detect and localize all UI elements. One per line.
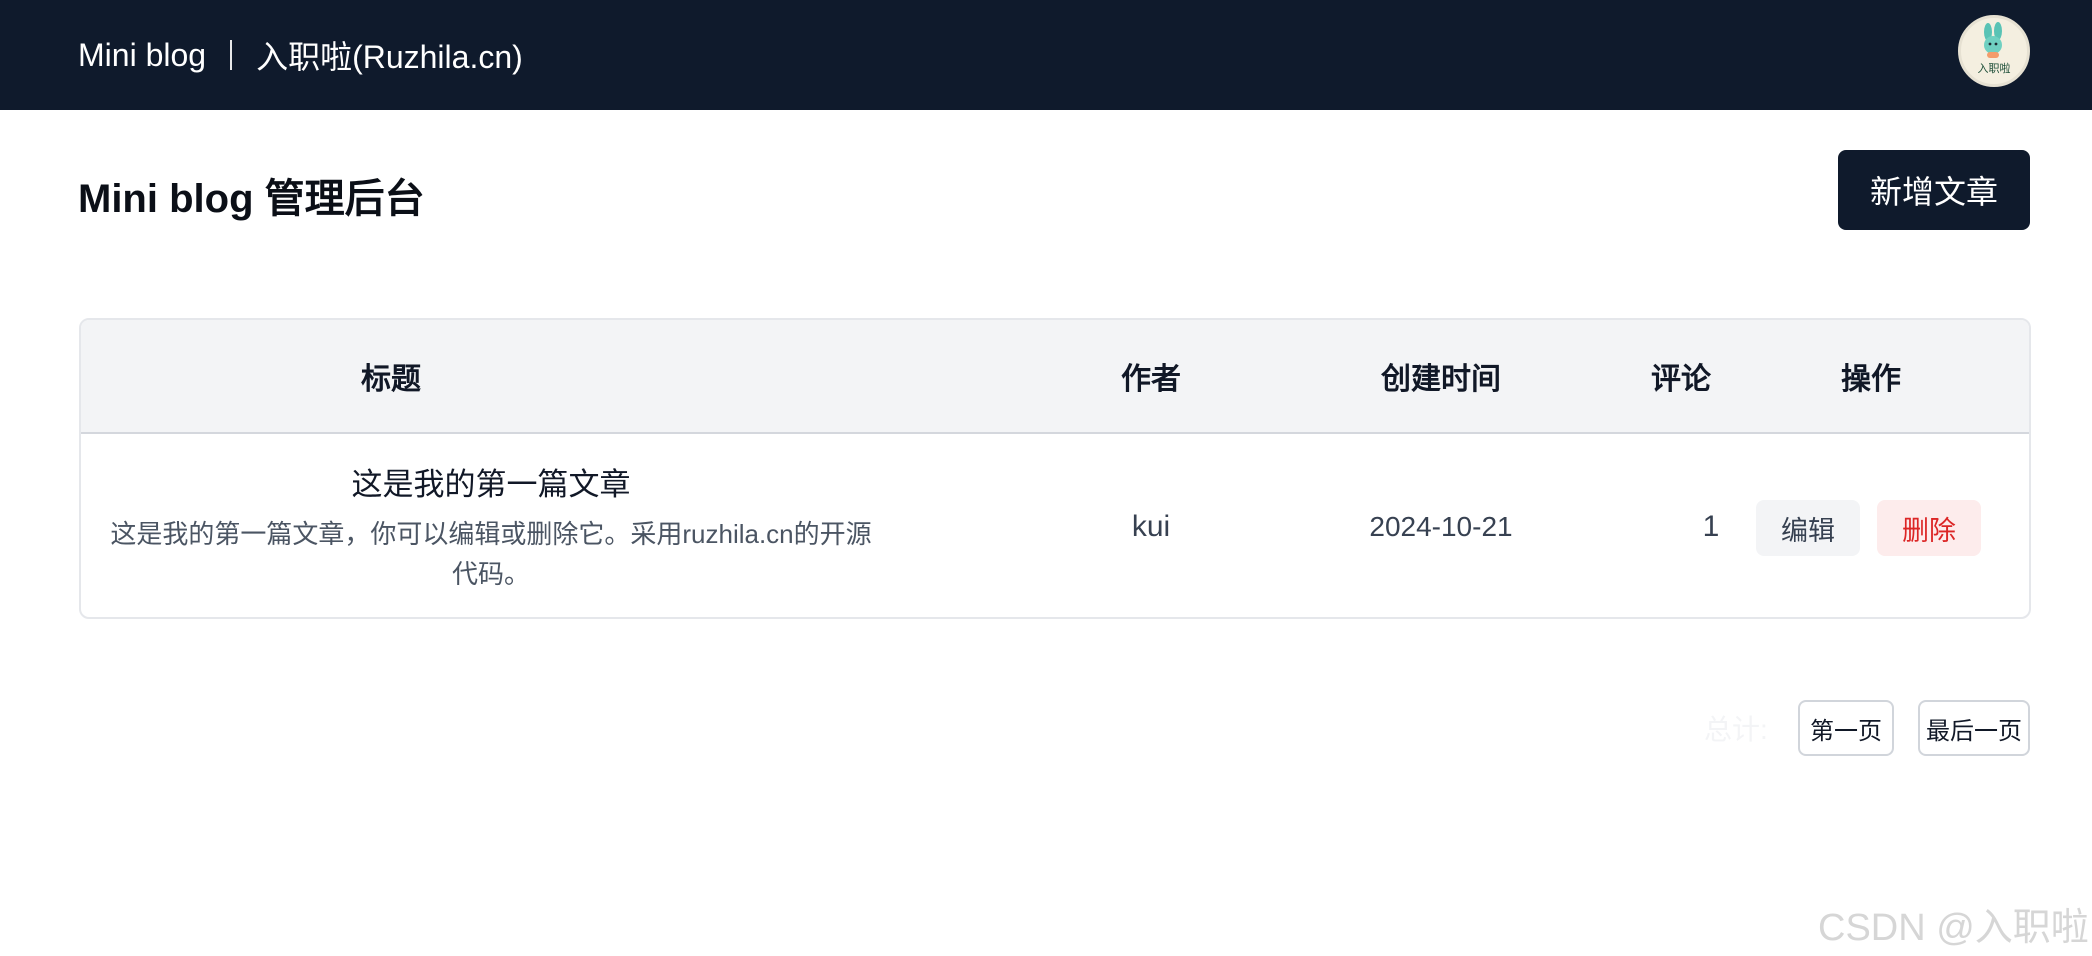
avatar-label: 入职啦 [1977, 62, 2011, 75]
column-header-created: 创建时间 [1381, 363, 1501, 396]
post-title-cell: 这是我的第一篇文章 这是我的第一篇文章，你可以编辑或删除它。采用ruzhila.… [81, 434, 901, 617]
column-header-actions: 操作 [1841, 363, 1901, 396]
top-navbar: Mini blog 入职啦(Ruzhila.cn) 入职啦 [0, 0, 2092, 110]
table-header: 标题 作者 创建时间 评论 操作 [81, 320, 2029, 434]
brand-separator [230, 40, 233, 70]
watermark: CSDN @入职啦 [1818, 907, 2089, 949]
posts-table: 标题 作者 创建时间 评论 操作 这是我的第一篇文章 这是我的第一篇文章，你可以… [79, 318, 2031, 619]
column-header-title: 标题 [361, 363, 421, 396]
add-post-button[interactable]: 新增文章 [1838, 150, 2030, 230]
delete-button[interactable]: 删除 [1877, 500, 1981, 556]
post-created-at: 2024-10-21 [1369, 510, 1513, 542]
post-summary: 这是我的第一篇文章，你可以编辑或删除它。采用ruzhila.cn的开源代码。 [110, 519, 872, 589]
avatar[interactable]: 入职啦 [1958, 15, 2030, 87]
table-row: 这是我的第一篇文章 这是我的第一篇文章，你可以编辑或删除它。采用ruzhila.… [81, 434, 2029, 617]
pagination-total: 总计: [1704, 714, 1768, 745]
post-title[interactable]: 这是我的第一篇文章 [352, 459, 631, 504]
app-name[interactable]: Mini blog [78, 37, 206, 74]
first-page-button[interactable]: 第一页 [1798, 700, 1894, 756]
edit-button[interactable]: 编辑 [1756, 500, 1860, 556]
brand: Mini blog 入职啦(Ruzhila.cn) [78, 0, 523, 110]
post-author: kui [1131, 509, 1171, 543]
last-page-button[interactable]: 最后一页 [1918, 700, 2030, 756]
page-title: Mini blog 管理后台 [78, 177, 425, 221]
site-name[interactable]: 入职啦(Ruzhila.cn) [256, 32, 523, 78]
column-header-author: 作者 [1121, 363, 1181, 396]
